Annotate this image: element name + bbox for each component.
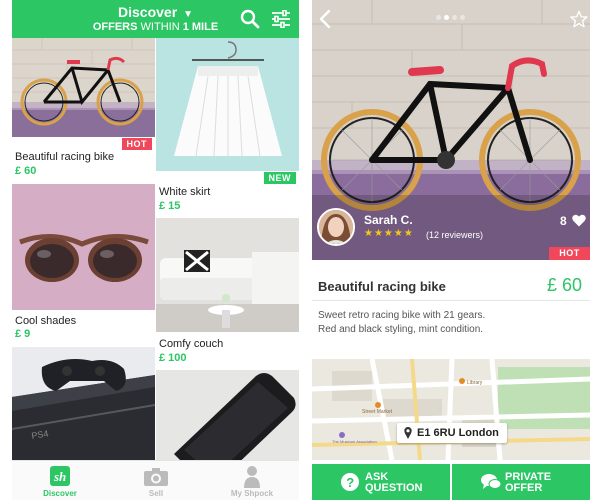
nav-label: Sell bbox=[148, 489, 164, 498]
listing-title: Beautiful racing bike bbox=[15, 151, 115, 163]
subtitle-offers: OFFERS bbox=[92, 21, 138, 33]
listing-title: Comfy couch bbox=[159, 338, 224, 350]
listing-description: Sweet retro racing bike with 21 gears. R… bbox=[318, 309, 584, 337]
listing-card-phone[interactable] bbox=[156, 370, 299, 460]
divider bbox=[312, 300, 590, 301]
nav-my-shpock[interactable]: My Shpock bbox=[204, 464, 299, 500]
camera-icon bbox=[144, 468, 168, 486]
heart-icon[interactable] bbox=[572, 214, 586, 227]
seller-review-count: (12 reviewers) bbox=[426, 230, 484, 240]
nav-label: Discover bbox=[43, 489, 77, 498]
offer-label-line2: OFFER bbox=[505, 482, 543, 494]
listing-card-console[interactable]: PS4 bbox=[12, 347, 155, 460]
listing-price: £ 60 bbox=[547, 275, 583, 295]
new-badge: NEW bbox=[263, 172, 296, 184]
star-outline-icon[interactable] bbox=[570, 10, 588, 28]
listing-price: £ 9 bbox=[15, 328, 31, 340]
listing-image-skirt bbox=[156, 38, 299, 171]
ask-question-button[interactable]: ? ASK QUESTION bbox=[312, 464, 450, 500]
listing-price: £ 15 bbox=[159, 200, 181, 212]
back-chevron-icon[interactable] bbox=[318, 9, 332, 29]
like-count: 8 bbox=[560, 214, 567, 228]
seller-name[interactable]: Sarah C. bbox=[364, 213, 413, 227]
listing-image-shades bbox=[12, 184, 155, 310]
listing-price: £ 60 bbox=[15, 165, 37, 177]
listing-card-couch[interactable]: Comfy couch £ 100 bbox=[156, 218, 299, 368]
location-pin-label: E1 6RU London bbox=[397, 423, 507, 443]
listing-image-console: PS4 bbox=[12, 347, 155, 460]
listing-photo-carousel[interactable]: Sarah C. ★★★★★ (12 reviewers) 8 HOT bbox=[312, 0, 590, 260]
map-pin-icon bbox=[404, 427, 412, 439]
filter-sliders-icon[interactable] bbox=[271, 10, 291, 28]
ask-question-label: ASK QUESTION bbox=[365, 472, 422, 494]
listing-title: Cool shades bbox=[15, 315, 77, 327]
listing-image-couch bbox=[156, 218, 299, 332]
discover-screen: Discover ▼ OFFERS WITHIN 1 MILE HOT Beau… bbox=[12, 0, 299, 500]
listing-card-bike[interactable]: HOT Beautiful racing bike £ 60 bbox=[12, 38, 155, 182]
seller-rating-stars: ★★★★★ bbox=[364, 228, 414, 239]
seller-avatar[interactable] bbox=[317, 208, 355, 246]
person-icon bbox=[244, 466, 260, 488]
search-icon[interactable] bbox=[240, 9, 260, 29]
chat-bubbles-icon bbox=[481, 474, 501, 489]
header-title: Discover bbox=[118, 4, 178, 20]
ask-label-line2: QUESTION bbox=[365, 482, 423, 494]
private-offer-label: PRIVATE OFFER bbox=[505, 472, 551, 494]
bottom-navigation: sh Discover Sell My Shpock bbox=[12, 460, 299, 500]
shpock-logo-icon: sh bbox=[50, 466, 70, 486]
listing-image-bike bbox=[12, 38, 155, 137]
carousel-dot bbox=[452, 15, 457, 20]
listing-title: Beautiful racing bike bbox=[318, 279, 446, 294]
location-text: E1 6RU London bbox=[417, 427, 499, 439]
listing-detail-screen: Sarah C. ★★★★★ (12 reviewers) 8 HOT Beau… bbox=[312, 0, 590, 500]
dropdown-arrow-icon: ▼ bbox=[183, 9, 193, 20]
subtitle-within: WITHIN bbox=[140, 21, 180, 33]
carousel-dot-active bbox=[444, 15, 449, 20]
subtitle-distance: 1 MILE bbox=[182, 21, 219, 33]
nav-discover[interactable]: sh Discover bbox=[12, 464, 108, 500]
map-label-library: Library bbox=[467, 380, 483, 386]
listing-card-shades[interactable]: Cool shades £ 9 bbox=[12, 184, 155, 344]
map-tiles: Library Street Market The Museum Associa… bbox=[312, 359, 590, 460]
listing-title: White skirt bbox=[159, 186, 211, 198]
carousel-dot bbox=[460, 15, 465, 20]
listing-price: £ 100 bbox=[159, 352, 187, 364]
description-line-2: Red and black styling, mint condition. bbox=[318, 324, 484, 335]
carousel-indicator bbox=[436, 15, 466, 21]
listing-image-phone bbox=[156, 370, 299, 460]
carousel-dot bbox=[436, 15, 441, 20]
discover-header: Discover ▼ OFFERS WITHIN 1 MILE bbox=[12, 0, 299, 38]
question-icon: ? bbox=[341, 473, 359, 491]
listing-card-skirt[interactable]: NEW White skirt £ 15 bbox=[156, 38, 299, 216]
hot-badge: HOT bbox=[549, 247, 590, 260]
map-label-museum: The Museum Association bbox=[332, 439, 377, 444]
svg-text:?: ? bbox=[346, 475, 354, 490]
map-label-market: Street Market bbox=[362, 409, 393, 415]
private-offer-button[interactable]: PRIVATE OFFER bbox=[452, 464, 590, 500]
hot-badge: HOT bbox=[121, 138, 152, 150]
location-map[interactable]: Library Street Market The Museum Associa… bbox=[312, 359, 590, 460]
nav-sell[interactable]: Sell bbox=[108, 464, 204, 500]
action-bar: ? ASK QUESTION PRIVATE OFFER bbox=[312, 464, 590, 500]
nav-label: My Shpock bbox=[230, 489, 274, 498]
description-line-1: Sweet retro racing bike with 21 gears. bbox=[318, 310, 486, 321]
app-screenshots: Discover ▼ OFFERS WITHIN 1 MILE HOT Beau… bbox=[0, 0, 590, 500]
svg-text:sh: sh bbox=[53, 469, 66, 484]
